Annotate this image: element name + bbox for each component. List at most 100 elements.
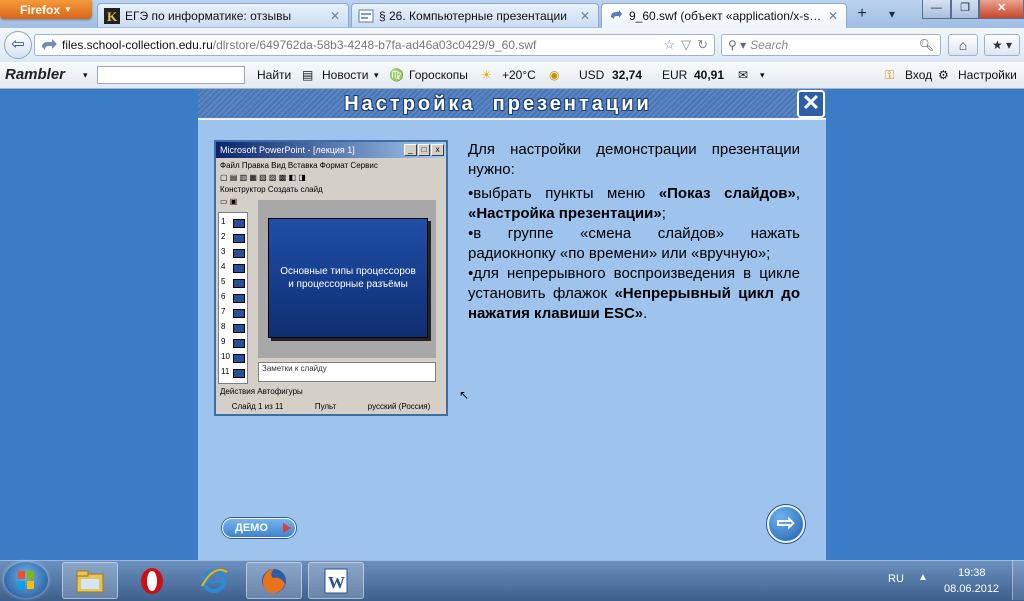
firefox-taskbar-icon[interactable] [246,562,302,599]
settings-link[interactable]: Настройки [958,62,1017,88]
language-indicator[interactable]: RU [888,573,904,585]
ppt-menu-bar: Файл Правка Вид Вставка Формат Сервис [220,161,378,170]
ppt-slide-number: 1 [221,217,226,226]
start-button-icon[interactable] [4,562,48,598]
close-window-icon[interactable]: ✕ [979,0,1024,19]
news-dropdown-icon[interactable]: ▾ [374,62,379,88]
ppt-slide-thumbnail [233,234,245,243]
mail-icon[interactable]: ✉ [738,62,748,88]
ppt-slide-number: 10 [221,352,230,361]
weather-sun-icon[interactable]: ☀ [481,62,492,88]
minimize-icon[interactable]: — [922,0,951,19]
tab-swf[interactable]: 9_60.swf (объект «application/x-shoc... … [601,3,847,28]
ppt-slide-number: 9 [221,337,226,346]
tab-presentations[interactable]: § 26. Компьютерные презентации ✕ [351,3,599,27]
ppt-slide-thumbnail [233,324,245,333]
rambler-dropdown-icon[interactable]: ▾ [83,62,88,88]
ppt-slide-number: 6 [221,292,226,301]
rambler-toolbar: Rambler ▾ Найти ▤ Новости ▾ ♍ Гороскопы … [0,62,1024,89]
horoscopes-link[interactable]: Гороскопы [409,62,468,88]
clock-date[interactable]: 08.06.2012 [944,583,999,595]
close-tab-icon[interactable]: ✕ [826,9,840,23]
ppt-slide-number: 7 [221,307,226,316]
rambler-search-input[interactable] [97,66,245,84]
ppt-slide-thumbnail [233,369,245,378]
address-bar[interactable]: files.school-collection.edu.ru /dlrstore… [34,34,715,56]
search-icon[interactable]: 🔍︎ [919,38,934,52]
maximize-icon[interactable]: ❐ [950,0,980,19]
tab-ege-reviews[interactable]: K ЕГЭ по информатике: отзывы ✕ [97,3,349,27]
tab-list-icon[interactable]: ▾ [880,4,904,24]
window-controls: — ❐ ✕ [922,0,1024,19]
zodiac-icon[interactable]: ♍ [389,62,404,88]
next-arrow-icon[interactable]: ⇨ [767,505,805,543]
system-tray: RU ▲ 19:38 08.06.2012 [880,562,1024,599]
url-domain: files.school-collection.edu.ru [62,38,213,52]
search-engine-icon[interactable]: ⚲ ▾ [728,38,746,52]
word-taskbar-icon[interactable]: W [308,562,364,599]
close-tab-icon[interactable]: ✕ [328,9,342,23]
instruction-text: Для настройки демонстрации презентации н… [468,140,800,324]
tab-title: ЕГЭ по информатике: отзывы [125,8,292,23]
ppt-slide-thumbnail [233,339,245,348]
close-icon[interactable]: ✕ [797,90,825,118]
close-tab-icon[interactable]: ✕ [578,9,592,23]
ppt-slide-number: 5 [221,277,226,286]
eur-value: 40,91 [694,68,725,82]
ppt-toolbar-standard: ▢ ▤ ▥ ▦ ▧ ▨ ▩ ◧ ◨ [220,173,306,182]
ppt-slide-thumbnail [233,264,245,273]
url-path: /dlrstore/649762da-58b3-4248-b7fa-ad46a0… [212,38,537,52]
ppt-slide-thumbnail [233,249,245,258]
reload-icon[interactable]: ↻ [697,37,708,53]
tab-title: 9_60.swf (объект «application/x-shoc... [629,9,826,23]
new-tab-button[interactable]: + [850,4,874,24]
history-dropdown-icon[interactable]: ▽ [681,37,691,53]
ppt-slide-number: 3 [221,247,226,256]
demo-button[interactable]: ДЕМО [222,518,296,538]
news-icon[interactable]: ▤ [302,62,313,88]
ppt-drawing-toolbar: Действия Автофигуры [220,387,303,396]
tray-expand-icon[interactable]: ▲ [918,572,928,583]
find-button[interactable]: Найти [257,62,291,88]
search-placeholder: Search [750,38,789,52]
bookmarks-menu-icon[interactable]: ★ ▾ [984,34,1020,56]
instruction-intro: Для настройки демонстрации презентации н… [468,141,800,178]
temperature-value[interactable]: +20°C [502,62,536,88]
firefox-menu-label: Firefox [20,2,61,17]
back-arrow-icon[interactable]: ⇦ [4,31,32,59]
ppt-slide-number: 11 [221,367,230,376]
show-desktop-button[interactable] [1012,560,1024,600]
news-link[interactable]: Новости [322,62,368,88]
ppt-slide-number: 2 [221,232,226,241]
ppt-status-bar: Слайд 1 из 11 Пульт русский (Россия) [216,400,446,414]
flash-title: Настройка презентации [344,93,652,115]
eur-label: EUR [662,68,688,82]
ppt-minimize-icon: _ [404,144,417,156]
home-icon[interactable]: ⌂ [948,34,978,56]
ppt-slide-thumbnail [233,354,245,363]
site-identity-icon[interactable] [40,38,58,52]
ppt-slide-number: 4 [221,262,226,271]
login-link[interactable]: Вход [905,62,932,88]
ppt-slide-thumbnail [233,219,245,228]
search-input[interactable]: ⚲ ▾ Search 🔍︎ [721,34,941,56]
clock-time[interactable]: 19:38 [958,567,986,579]
tab-title: § 26. Компьютерные презентации [379,8,567,23]
mail-dropdown-icon[interactable]: ▾ [760,62,765,88]
mouse-cursor-icon: ↖ [459,388,470,402]
firefox-menu-button[interactable]: Firefox ▼ [0,0,92,19]
bookmark-star-icon[interactable]: ☆ [663,37,675,53]
currency-icon[interactable]: ◉ [549,62,559,88]
page-icon [358,8,374,24]
ppt-slide-thumbnail [233,279,245,288]
ppt-notes: Заметки к слайду [258,362,436,382]
ppt-slide-number: 8 [221,322,226,331]
key-icon: ⚿ [885,68,895,82]
explorer-taskbar-icon[interactable] [62,562,118,599]
opera-taskbar-icon[interactable] [124,562,180,599]
ppt-status-design: Пульт [314,402,337,411]
ppt-toolbar-format: Конструктор Создать слайд [220,185,323,194]
instruction-bullet-2: •в группе «смена слайдов» нажать радиокн… [468,225,800,262]
ie-taskbar-icon[interactable] [186,562,242,599]
rambler-logo[interactable]: Rambler [5,62,65,88]
